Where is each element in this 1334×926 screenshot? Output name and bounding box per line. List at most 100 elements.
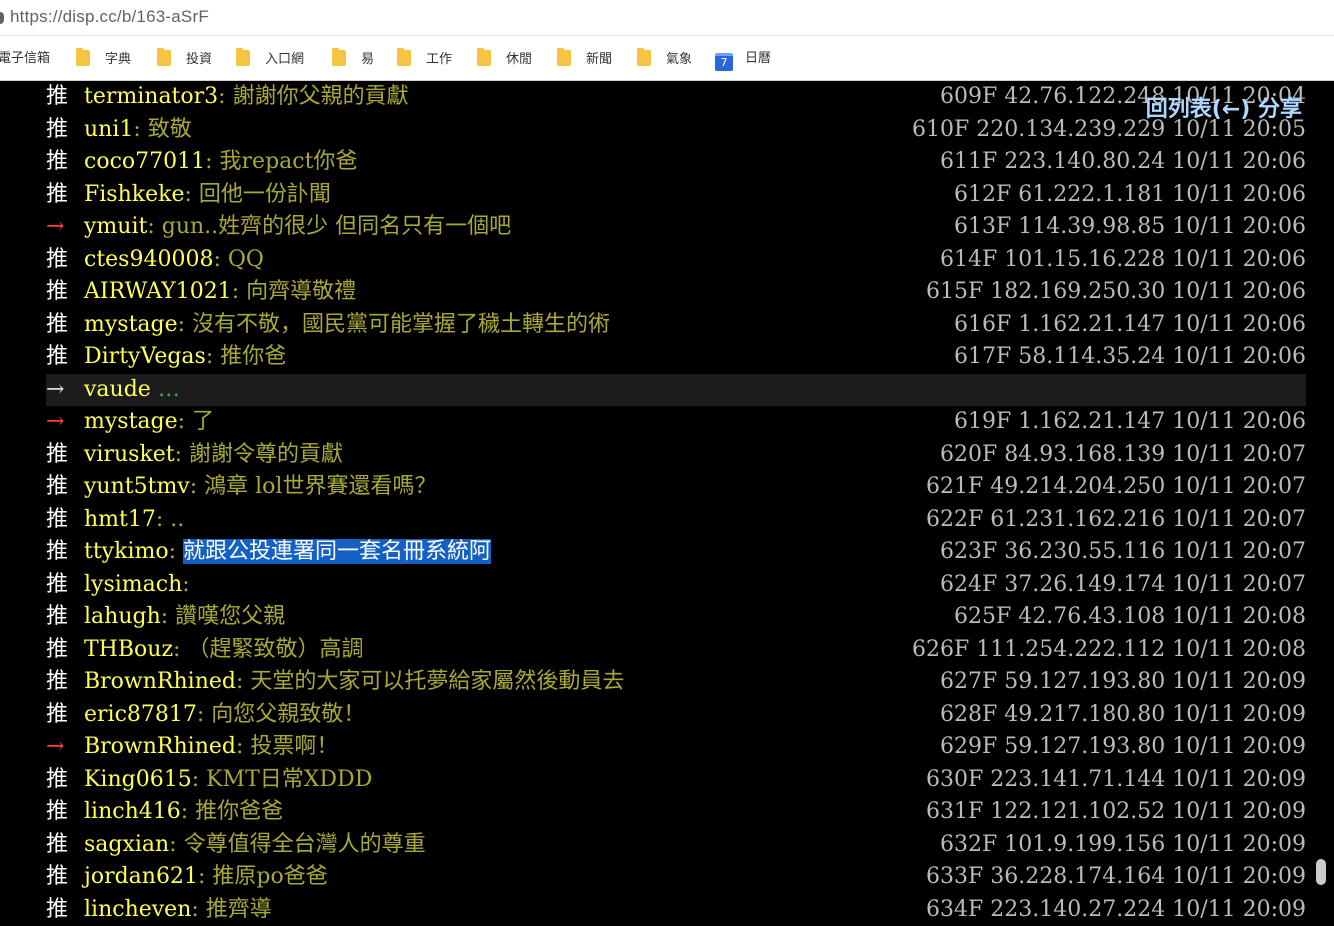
push-tag: 推	[46, 799, 69, 824]
bookmark-item[interactable]: 字典	[76, 48, 132, 68]
bookmark-item[interactable]: 氣象	[637, 48, 692, 68]
comment-row: 推 coco77011: 我repact你爸 611F 223.140.80.24 …	[46, 146, 1306, 178]
comment-user[interactable]: mystage	[84, 312, 178, 337]
scrollbar-thumb[interactable]	[1316, 859, 1326, 885]
comment-user[interactable]: vaude	[84, 377, 151, 402]
comment-row: → BrownRhined: 投票啊！ 629F 59.127.193.80 10/…	[46, 731, 1306, 763]
push-tag: 推	[46, 344, 69, 369]
comment-user[interactable]: THBouz	[84, 637, 173, 662]
comment-user[interactable]: King0615	[84, 767, 192, 792]
comment-text: 鴻章 lol世界賽還看嗎？	[204, 474, 437, 499]
bookmarks-bar: 電子信箱 字典 投資 入口網 易 工作 休閒 新聞 氣象 7 日曆	[0, 36, 1334, 81]
bookmark-label: 易	[361, 52, 375, 67]
calendar-icon: 7	[715, 53, 733, 71]
comment-user[interactable]: terminator3	[84, 84, 218, 109]
comment-user[interactable]: lincheven	[84, 897, 191, 922]
arrow-tag: →	[46, 376, 65, 402]
comment-user[interactable]: AIRWAY1021	[84, 279, 232, 304]
comment-row: 推 hmt17: .. 622F 61.231.162.216 10/11 20:0…	[46, 504, 1306, 536]
comment-row: 推 eric87817: 向您父親致敬！ 628F 49.217.180.80 10…	[46, 699, 1306, 731]
expand-ellipsis[interactable]: …	[158, 377, 180, 402]
comment-user[interactable]: ttykimo	[84, 539, 169, 564]
comment-user[interactable]: lysimach	[84, 572, 182, 597]
comment-meta: 627F 59.127.193.80 10/11 20:09	[940, 669, 1306, 694]
comment-meta: 626F 111.254.222.112 10/11 20:08	[912, 636, 1306, 662]
comment-user[interactable]: eric87817	[84, 702, 197, 727]
comment-row: 推 AIRWAY1021: 向齊導敬禮 615F 182.169.250.30 10…	[46, 276, 1306, 308]
push-tag: 推	[46, 539, 69, 564]
comment-meta: 616F 1.162.21.147 10/11 20:06	[954, 311, 1306, 337]
bookmark-label: 電子信箱	[0, 51, 51, 66]
comment-user[interactable]: Fishkeke	[84, 182, 184, 207]
comment-text: gun..姓齊的很少 但同名只有一個吧	[161, 214, 512, 239]
comment-user[interactable]: sagxian	[84, 832, 169, 857]
bookmark-label: 入口網	[265, 52, 305, 67]
comment-user[interactable]: mystage	[84, 409, 178, 434]
comment-row: 推 virusket: 謝謝令尊的貢獻 620F 84.93.168.139 10/…	[46, 439, 1306, 471]
comment-meta: 625F 42.76.43.108 10/11 20:08	[954, 604, 1306, 629]
bookmark-label: 休閒	[506, 52, 533, 67]
folder-icon	[477, 48, 491, 66]
push-tag: 推	[46, 84, 69, 109]
bookmark-item[interactable]: 易	[332, 48, 375, 68]
url-text[interactable]: https://disp.cc/b/163-aSrF	[10, 7, 209, 27]
address-bar[interactable]: https://disp.cc/b/163-aSrF	[0, 0, 1334, 36]
comment-user[interactable]: linch416	[84, 799, 181, 824]
comment-user[interactable]: ctes940008	[84, 247, 213, 272]
comment-text: 投票啊！	[250, 734, 339, 759]
bookmark-item[interactable]: 投資	[157, 48, 212, 68]
comment-user[interactable]: virusket	[84, 442, 175, 467]
comment-meta: 622F 61.231.162.216 10/11 20:07	[926, 506, 1306, 532]
comment-row: 推 lahugh: 讚嘆您父親 625F 42.76.43.108 10/11 20…	[46, 601, 1306, 633]
folder-icon	[557, 48, 571, 66]
folder-icon	[76, 48, 90, 66]
bookmark-label: 字典	[105, 52, 132, 67]
comment-user[interactable]: uni1	[84, 117, 133, 142]
bookmark-item[interactable]: 電子信箱	[0, 50, 50, 68]
bookmark-item[interactable]: 新聞	[557, 48, 613, 68]
comment-text: 謝謝令尊的貢獻	[189, 441, 344, 467]
comment-text: 就跟公投連署同一套名冊系統阿	[183, 539, 492, 564]
push-tag: 推	[46, 149, 69, 174]
bookmark-item[interactable]: 休閒	[477, 48, 533, 68]
comment-text: 向齊導敬禮	[246, 279, 357, 304]
bookmark-item[interactable]: 7 日曆	[715, 50, 771, 71]
comment-row: 推 mystage: 沒有不敬，國民黨可能掌握了穢土轉生的術 616F 1.162.…	[46, 309, 1306, 341]
back-to-list-link[interactable]: 回列表(←) 分享	[1146, 91, 1302, 123]
comment-row: 推 jordan621: 推原po爸爸 633F 36.228.174.164 10…	[46, 861, 1306, 893]
comment-user[interactable]: jordan621	[84, 864, 198, 889]
comment-text: QQ	[227, 246, 264, 272]
comment-user[interactable]: DirtyVegas	[84, 344, 206, 369]
comment-user[interactable]: BrownRhined	[84, 734, 236, 759]
comment-row: 推 DirtyVegas: 推你爸 617F 58.114.35.24 10/11 …	[46, 341, 1306, 373]
comment-row: 推 linch416: 推你爸爸 631F 122.121.102.52 10/11…	[46, 796, 1306, 828]
push-tag: 推	[46, 506, 69, 532]
folder-icon	[637, 48, 651, 66]
comment-text: （趕緊致敬）高調	[187, 636, 364, 662]
push-tag: 推	[46, 831, 69, 857]
comment-meta: 631F 122.121.102.52 10/11 20:09	[926, 799, 1306, 824]
folder-icon	[332, 48, 346, 66]
comment-user[interactable]: yunt5tmv	[84, 474, 190, 499]
comment-text: 讚嘆您父親	[175, 604, 286, 629]
push-tag: 推	[46, 474, 69, 499]
site-info-icon[interactable]	[0, 12, 4, 24]
comment-user[interactable]: hmt17	[84, 507, 156, 532]
bookmark-label: 新聞	[586, 52, 613, 67]
comment-meta: 633F 36.228.174.164 10/11 20:09	[926, 864, 1306, 889]
bookmark-item[interactable]: 入口網	[236, 48, 305, 68]
comment-meta: 615F 182.169.250.30 10/11 20:06	[926, 279, 1306, 304]
comment-text: 致敬	[147, 116, 192, 142]
comment-row: 推 THBouz: （趕緊致敬）高調 626F 111.254.222.112 10…	[46, 634, 1306, 666]
comment-text: 了	[192, 409, 215, 434]
push-tag: 推	[46, 864, 69, 889]
comment-user[interactable]: ymuit	[84, 214, 147, 239]
comment-text: 回他一份訃聞	[198, 181, 331, 207]
bookmark-item[interactable]: 工作	[397, 48, 452, 68]
folder-icon	[157, 48, 171, 66]
comment-user[interactable]: lahugh	[84, 604, 161, 629]
arrow-tag: →	[46, 214, 65, 239]
comment-user[interactable]: BrownRhined	[84, 669, 236, 694]
push-tag: 推	[46, 766, 69, 792]
comment-user[interactable]: coco77011	[84, 149, 205, 174]
